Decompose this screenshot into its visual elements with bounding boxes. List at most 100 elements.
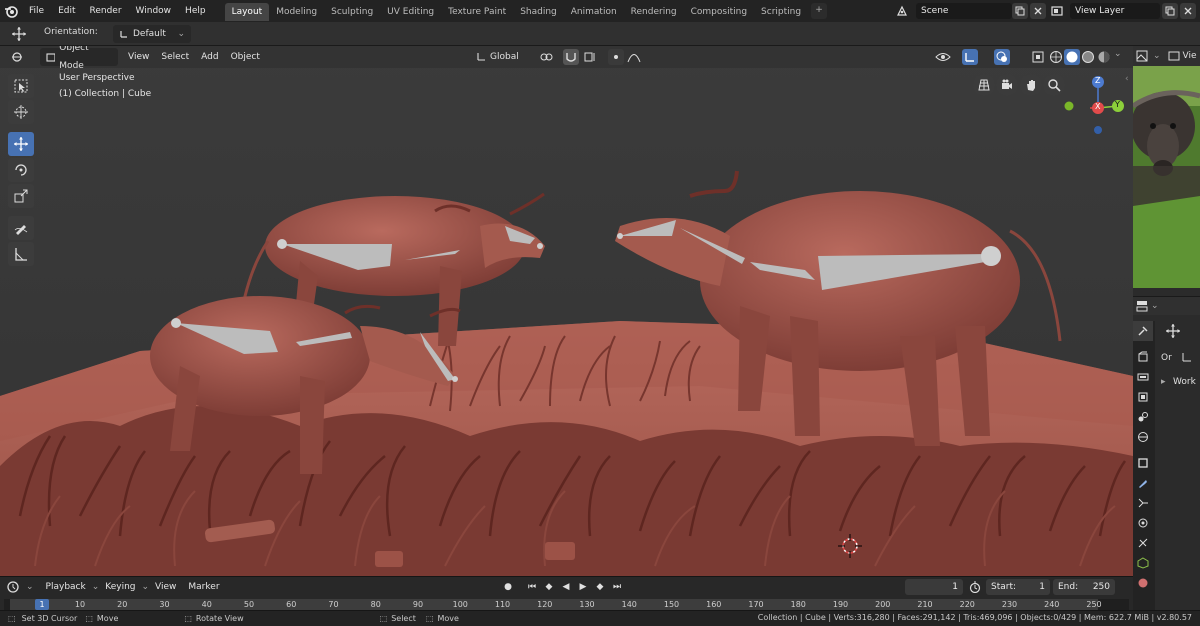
- shading-rendered-icon[interactable]: [1096, 49, 1112, 65]
- image-editor-type-icon[interactable]: [1133, 47, 1151, 65]
- viewport-menu-add[interactable]: Add: [195, 46, 224, 68]
- snap-target-icon[interactable]: [582, 49, 602, 65]
- play-icon[interactable]: ▶: [575, 579, 591, 595]
- tab-animation[interactable]: Animation: [564, 3, 624, 21]
- timeline-menu-keying[interactable]: Keying: [99, 576, 141, 598]
- shading-options-icon[interactable]: ⌄: [1114, 49, 1128, 65]
- zoom-icon[interactable]: [1043, 74, 1065, 96]
- tab-modeling[interactable]: Modeling: [269, 3, 324, 21]
- toggle-perspective-icon[interactable]: [973, 74, 995, 96]
- frame-ruler[interactable]: 1 10 20 30 40 50 60 70 80 90 100 110 120 130 140 150 160…: [4, 599, 1129, 610]
- camera-view-icon[interactable]: [996, 74, 1018, 96]
- orientation-short-icon[interactable]: [1181, 351, 1195, 365]
- tool-properties-icon[interactable]: [1133, 321, 1153, 341]
- cursor-icon[interactable]: [8, 100, 34, 124]
- view-layer-icon[interactable]: [1048, 3, 1066, 19]
- tab-sculpting[interactable]: Sculpting: [324, 3, 380, 21]
- shading-wireframe-icon[interactable]: [1048, 49, 1064, 65]
- tab-uv-editing[interactable]: UV Editing: [380, 3, 441, 21]
- menu-window[interactable]: Window: [129, 0, 179, 22]
- render-properties-icon[interactable]: [1133, 347, 1153, 367]
- scene-field[interactable]: Scene: [916, 3, 1012, 19]
- pivot-icon[interactable]: [538, 49, 556, 65]
- tab-layout[interactable]: Layout: [224, 3, 270, 21]
- modifier-properties-icon[interactable]: [1133, 473, 1153, 493]
- prev-keyframe-icon[interactable]: ◆: [541, 579, 557, 595]
- scene-properties-icon[interactable]: [1133, 407, 1153, 427]
- select-box-icon[interactable]: [8, 74, 34, 98]
- move-icon[interactable]: [8, 132, 34, 156]
- play-reverse-icon[interactable]: ◀: [558, 579, 574, 595]
- orientation-dropdown[interactable]: Default ⌄: [113, 25, 191, 43]
- snap-icon[interactable]: [563, 49, 579, 65]
- annotate-icon[interactable]: [8, 216, 34, 240]
- overlays-toggle-icon[interactable]: [994, 49, 1010, 65]
- scene-icon[interactable]: [892, 3, 912, 19]
- viewport-menu-view[interactable]: View: [122, 46, 155, 68]
- end-frame-field[interactable]: End: 250: [1053, 579, 1115, 595]
- current-frame-field[interactable]: 1: [905, 579, 963, 595]
- menu-edit[interactable]: Edit: [51, 0, 82, 22]
- tab-compositing[interactable]: Compositing: [684, 3, 754, 21]
- ruler-label: 120: [537, 600, 553, 609]
- tab-rendering[interactable]: Rendering: [624, 3, 684, 21]
- workspace-panel-label[interactable]: Work: [1173, 377, 1196, 387]
- output-properties-icon[interactable]: [1133, 367, 1153, 387]
- object-mode-dropdown[interactable]: Object Mode: [40, 46, 118, 71]
- move-tool-icon[interactable]: [8, 25, 30, 43]
- view-layer-field[interactable]: View Layer: [1070, 3, 1160, 19]
- jump-start-icon[interactable]: ⏮: [524, 579, 540, 595]
- menu-render[interactable]: Render: [83, 0, 129, 22]
- menu-help[interactable]: Help: [178, 0, 213, 22]
- editor-type-icon[interactable]: [0, 46, 36, 68]
- stopwatch-icon[interactable]: [967, 579, 983, 595]
- record-icon[interactable]: ●: [500, 579, 516, 595]
- menu-file[interactable]: File: [22, 0, 51, 22]
- timeline-menu-marker[interactable]: Marker: [182, 576, 225, 598]
- viewport-menu-object[interactable]: Object: [225, 46, 266, 68]
- tab-shading[interactable]: Shading: [513, 3, 564, 21]
- shading-material-icon[interactable]: [1080, 49, 1096, 65]
- move-tool-preview-icon[interactable]: [1163, 321, 1183, 341]
- 3d-viewport[interactable]: Object Mode View Select Add Object Globa…: [0, 46, 1133, 576]
- remove-scene-icon[interactable]: [1030, 3, 1046, 19]
- next-keyframe-icon[interactable]: ◆: [592, 579, 608, 595]
- constraints-properties-icon[interactable]: [1133, 533, 1153, 553]
- jump-end-icon[interactable]: ⏭: [609, 579, 625, 595]
- new-scene-icon[interactable]: [1012, 3, 1028, 19]
- blender-logo-icon[interactable]: [0, 0, 22, 22]
- new-view-layer-icon[interactable]: [1162, 3, 1178, 19]
- physics-properties-icon[interactable]: [1133, 513, 1153, 533]
- measure-icon[interactable]: [8, 242, 34, 266]
- view-icon[interactable]: [1165, 47, 1183, 65]
- timeline-type-icon[interactable]: [0, 577, 26, 597]
- timeline-menu-playback[interactable]: Playback: [40, 576, 92, 598]
- world-properties-icon[interactable]: [1133, 427, 1153, 447]
- visibility-icon[interactable]: [934, 49, 956, 65]
- start-frame-field[interactable]: Start: 1: [986, 579, 1050, 595]
- sidebar-toggle-icon[interactable]: ‹: [1125, 74, 1133, 88]
- falloff-icon[interactable]: [626, 49, 646, 65]
- rotate-icon[interactable]: [8, 158, 34, 182]
- proportional-edit-icon[interactable]: [608, 49, 624, 65]
- remove-view-layer-icon[interactable]: [1180, 3, 1196, 19]
- shading-solid-icon[interactable]: [1064, 49, 1080, 65]
- material-properties-icon[interactable]: [1133, 573, 1153, 593]
- data-properties-icon[interactable]: [1133, 553, 1153, 573]
- view-layer-properties-icon[interactable]: [1133, 387, 1153, 407]
- particles-properties-icon[interactable]: [1133, 493, 1153, 513]
- pan-hand-icon[interactable]: [1020, 74, 1042, 96]
- add-workspace-button[interactable]: +: [811, 3, 828, 19]
- xray-icon[interactable]: [1030, 49, 1046, 65]
- expand-arrow-icon[interactable]: ▸: [1161, 377, 1166, 387]
- gizmo-toggle-icon[interactable]: [962, 49, 978, 65]
- object-properties-icon[interactable]: [1133, 453, 1153, 473]
- viewport-menu-select[interactable]: Select: [155, 46, 195, 68]
- scale-icon[interactable]: [8, 184, 34, 208]
- transform-orientation-dropdown[interactable]: Global: [470, 48, 530, 66]
- tab-scripting[interactable]: Scripting: [754, 3, 808, 21]
- properties-type-icon[interactable]: [1133, 297, 1151, 315]
- navigation-gizmo[interactable]: Z X Y: [1060, 72, 1133, 142]
- timeline-menu-view[interactable]: View: [149, 576, 182, 598]
- tab-texture-paint[interactable]: Texture Paint: [441, 3, 513, 21]
